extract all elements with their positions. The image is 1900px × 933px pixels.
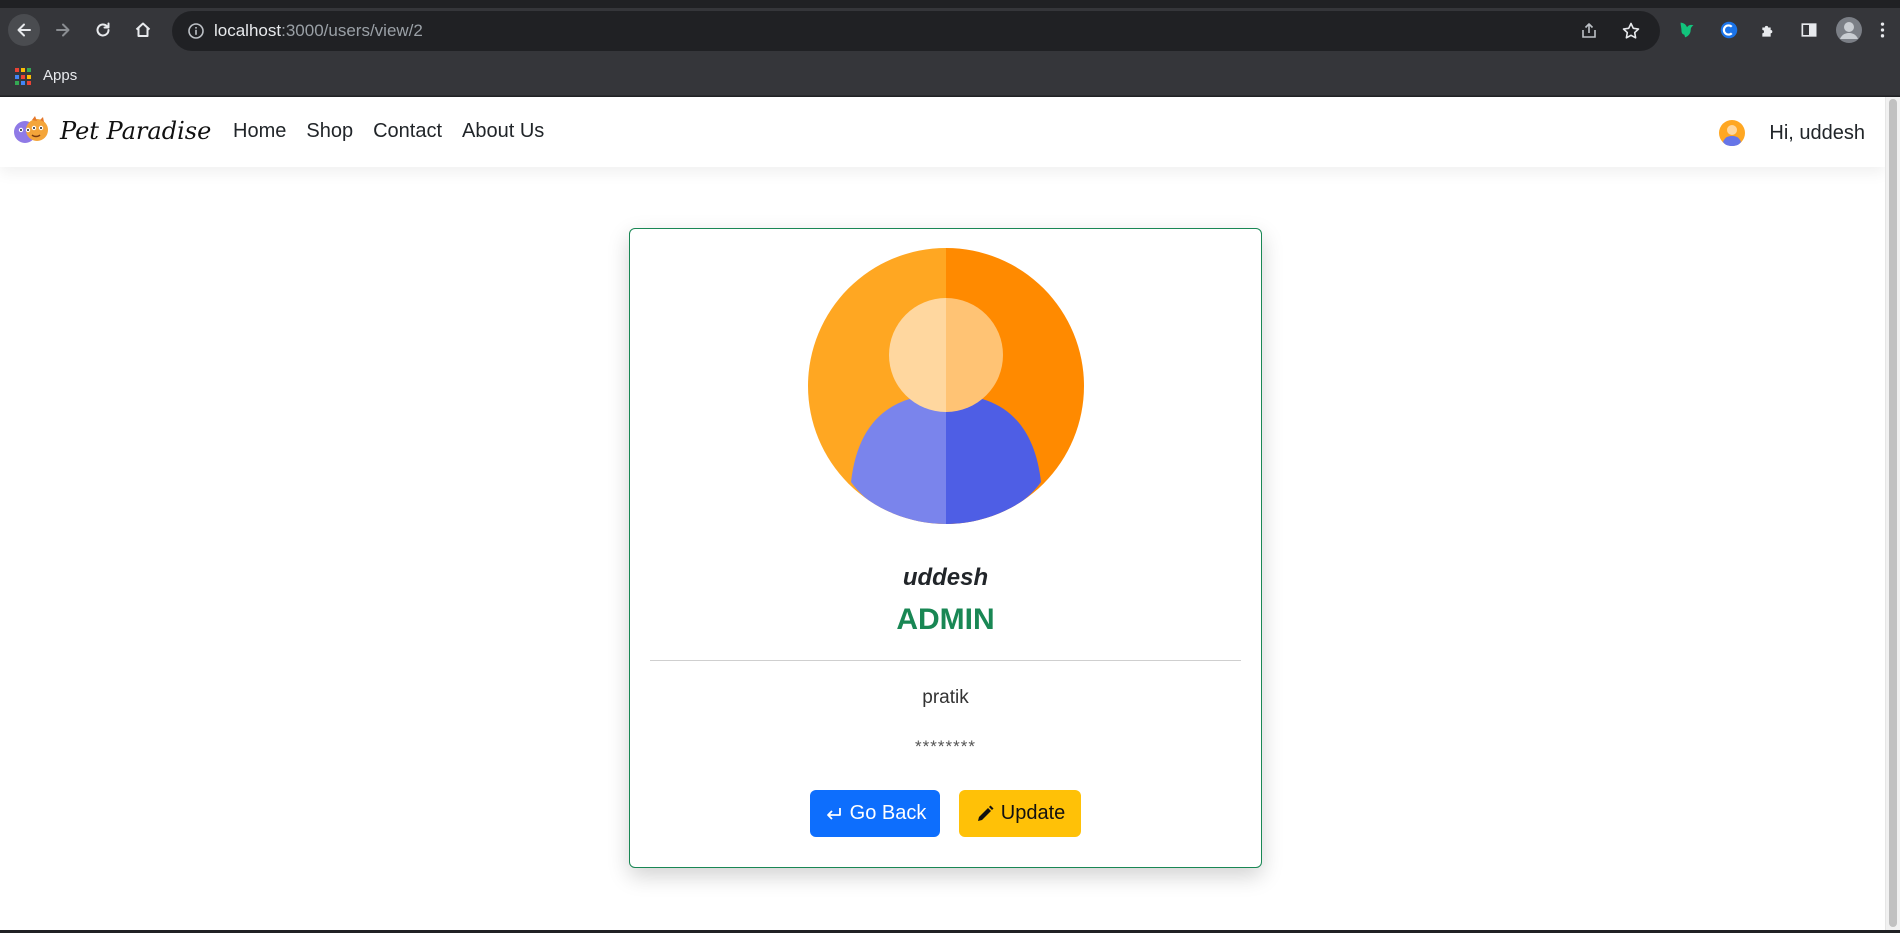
profile-avatar-icon <box>808 248 1084 524</box>
share-icon[interactable] <box>1579 21 1599 41</box>
brand-link[interactable]: Pet Paradise <box>12 114 211 148</box>
forward-icon <box>56 23 70 37</box>
forward-button[interactable] <box>47 14 79 46</box>
nav-link-shop[interactable]: Shop <box>306 120 353 143</box>
user-greeting: Hi, uddesh <box>1769 121 1865 144</box>
address-bar[interactable]: localhost:3000/users/view/2 <box>172 11 1660 51</box>
go-back-button[interactable]: Go Back <box>810 790 940 837</box>
return-arrow-icon <box>826 807 841 820</box>
sidepanel-icon[interactable] <box>1797 18 1821 42</box>
pencil-icon <box>977 805 994 821</box>
bookmarks-bar: Apps <box>0 58 1900 96</box>
nav-link-home[interactable]: Home <box>233 120 286 143</box>
star-icon[interactable] <box>1621 21 1641 41</box>
nav-link-contact[interactable]: Contact <box>373 120 442 143</box>
back-button[interactable] <box>8 14 40 46</box>
update-label: Update <box>1000 802 1066 824</box>
home-button[interactable] <box>127 14 159 46</box>
nav-link-about-us[interactable]: About Us <box>462 120 544 143</box>
home-icon <box>135 22 151 37</box>
card-divider <box>650 660 1241 661</box>
reload-icon <box>96 22 110 37</box>
url-text[interactable]: localhost:3000/users/view/2 <box>214 21 423 41</box>
back-icon <box>17 23 31 37</box>
brand-name: Pet Paradise <box>60 117 212 145</box>
user-menu[interactable]: Hi, uddesh <box>1719 120 1865 146</box>
profile-icon[interactable] <box>1835 16 1863 44</box>
apps-bookmark[interactable]: Apps <box>43 67 77 84</box>
apps-grid-icon[interactable] <box>15 68 33 86</box>
page-viewport: Pet Paradise Home Shop Contact About Us … <box>0 97 1900 930</box>
extension-circle-icon[interactable] <box>1717 18 1741 42</box>
extension-bird-icon[interactable] <box>1675 18 1699 42</box>
update-button[interactable]: Update <box>959 790 1081 837</box>
pet-logo-icon <box>14 116 48 143</box>
scrollbar-thumb[interactable] <box>1889 99 1897 927</box>
nav-links: Home Shop Contact About Us <box>233 120 544 143</box>
site-navbar: Pet Paradise Home Shop Contact About Us … <box>0 97 1885 167</box>
user-avatar-icon <box>1719 120 1746 146</box>
profile-username: pratik <box>922 687 969 708</box>
go-back-label: Go Back <box>849 802 927 824</box>
profile-card: uddesh ADMIN pratik ******** Go Back Upd… <box>629 228 1262 868</box>
browser-toolbar: localhost:3000/users/view/2 <box>0 0 1900 58</box>
reload-button[interactable] <box>87 14 119 46</box>
url-host: localhost <box>214 21 282 40</box>
info-icon[interactable] <box>186 21 206 41</box>
page-scrollbar[interactable] <box>1885 97 1900 930</box>
menu-icon[interactable] <box>1875 18 1889 42</box>
extension-icon[interactable] <box>1757 18 1781 42</box>
profile-name: uddesh <box>902 564 989 591</box>
profile-password: ******** <box>915 737 976 756</box>
url-path: :3000/users/view/2 <box>281 21 423 40</box>
profile-role: ADMIN <box>896 603 995 636</box>
